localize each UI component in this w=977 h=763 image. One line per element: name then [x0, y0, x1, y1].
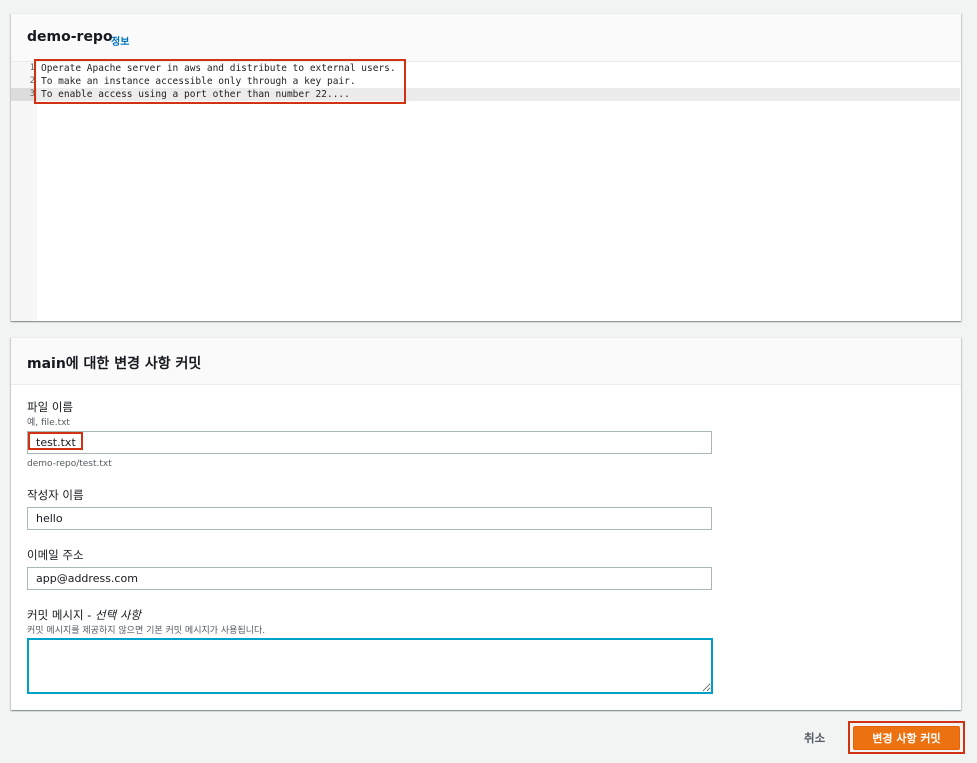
file-name-input[interactable] — [27, 431, 712, 454]
editor-header: demo-repo 정보 — [11, 14, 961, 62]
commit-header: main에 대한 변경 사항 커밋 — [11, 338, 961, 385]
author-name-label: 작성자 이름 — [27, 488, 84, 502]
line-number: 2 — [29, 76, 35, 86]
file-path-hint: demo-repo/test.txt — [27, 459, 112, 469]
repo-title: demo-repo — [27, 29, 113, 45]
code-line: To enable access using a port other than… — [41, 89, 350, 100]
file-editor-panel: demo-repo 정보 1 2 3 Operate Apache server… — [11, 13, 961, 321]
file-name-hint: 예, file.txt — [27, 418, 70, 428]
email-label: 이메일 주소 — [27, 548, 84, 562]
author-name-input[interactable] — [27, 507, 712, 530]
line-number-gutter: 1 2 3 — [11, 62, 37, 321]
commit-changes-button[interactable]: 변경 사항 커밋 — [853, 726, 960, 750]
cancel-button[interactable]: 취소 — [804, 730, 825, 746]
line-number: 1 — [29, 63, 35, 73]
code-editor[interactable]: 1 2 3 Operate Apache server in aws and d… — [11, 62, 961, 321]
info-link[interactable]: 정보 — [111, 33, 129, 48]
email-input[interactable] — [27, 567, 712, 590]
commit-message-label: 커밋 메시지 - 선택 사항 — [27, 607, 141, 623]
code-area[interactable]: Operate Apache server in aws and distrib… — [37, 62, 961, 321]
commit-message-label-text: 커밋 메시지 - — [27, 608, 96, 622]
commit-message-hint: 커밋 메시지를 제공하지 않으면 기본 커밋 메시지가 사용됩니다. — [27, 626, 266, 636]
commit-message-textarea[interactable] — [27, 638, 713, 694]
code-line: To make an instance accessible only thro… — [41, 76, 356, 87]
commit-panel: main에 대한 변경 사항 커밋 파일 이름 예, file.txt demo… — [11, 337, 961, 710]
file-name-label: 파일 이름 — [27, 400, 73, 414]
commit-title: main에 대한 변경 사항 커밋 — [27, 356, 202, 372]
optional-tag: 선택 사항 — [95, 608, 142, 622]
line-number-active: 3 — [11, 88, 37, 101]
code-line: Operate Apache server in aws and distrib… — [41, 63, 396, 74]
